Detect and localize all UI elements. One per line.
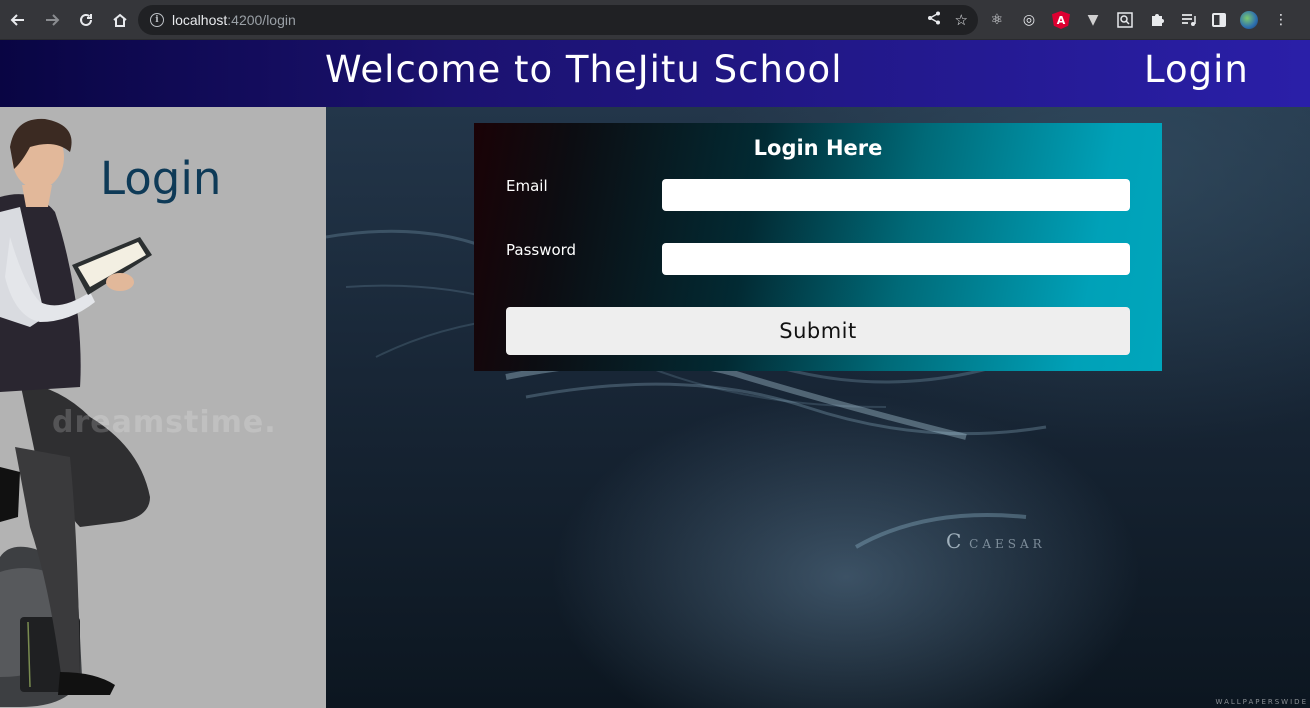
angular-icon[interactable]: A xyxy=(1052,11,1070,29)
password-field[interactable] xyxy=(662,243,1130,275)
login-form-card: Login Here Email Password Submit xyxy=(474,123,1162,371)
login-form-heading: Login Here xyxy=(753,136,883,160)
home-icon xyxy=(113,13,127,27)
password-label: Password xyxy=(506,241,577,259)
home-button[interactable] xyxy=(104,4,136,36)
browser-toolbar: i localhost:4200/login ☆ ⚛ ◎ A ▼ ⋮ xyxy=(0,0,1310,40)
bookmark-star-icon[interactable]: ☆ xyxy=(955,11,968,29)
email-label: Email xyxy=(506,177,548,195)
wallpaper-corner-mark: WALLPAPERSWIDE xyxy=(1215,698,1308,706)
media-queue-icon[interactable] xyxy=(1180,11,1198,29)
submit-button[interactable]: Submit xyxy=(506,307,1130,355)
profile-avatar-icon[interactable] xyxy=(1240,11,1258,29)
react-devtools-icon[interactable]: ⚛ xyxy=(988,11,1006,29)
search-page-icon[interactable] xyxy=(1116,11,1134,29)
arrow-left-icon xyxy=(10,13,24,26)
side-panel-icon[interactable] xyxy=(1212,13,1226,27)
left-panel: Login dreamstime. xyxy=(0,107,326,708)
forward-button[interactable] xyxy=(36,4,68,36)
email-field[interactable] xyxy=(662,179,1130,211)
target-icon[interactable]: ◎ xyxy=(1020,11,1038,29)
header-login-link[interactable]: Login xyxy=(1144,48,1249,91)
caesar-watermark: C CAESAR xyxy=(946,529,1046,553)
puzzle-icon[interactable] xyxy=(1148,11,1166,29)
back-button[interactable] xyxy=(2,4,34,36)
app-header: Welcome to TheJitu School Login xyxy=(0,40,1310,107)
more-menu-icon[interactable]: ⋮ xyxy=(1272,11,1290,29)
stock-watermark: dreamstime. xyxy=(52,405,277,440)
url-text: localhost:4200/login xyxy=(172,12,296,28)
reload-icon xyxy=(80,13,92,26)
page-title: Welcome to TheJitu School xyxy=(325,48,843,91)
site-info-icon[interactable]: i xyxy=(150,13,164,27)
arrow-right-icon xyxy=(46,13,60,26)
left-panel-title: Login xyxy=(100,152,222,205)
share-icon[interactable] xyxy=(927,11,941,29)
reload-button[interactable] xyxy=(70,4,102,36)
extensions-bar: ⚛ ◎ A ▼ ⋮ xyxy=(988,0,1290,40)
address-bar[interactable]: i localhost:4200/login ☆ xyxy=(138,5,978,35)
vue-icon[interactable]: ▼ xyxy=(1084,11,1102,29)
